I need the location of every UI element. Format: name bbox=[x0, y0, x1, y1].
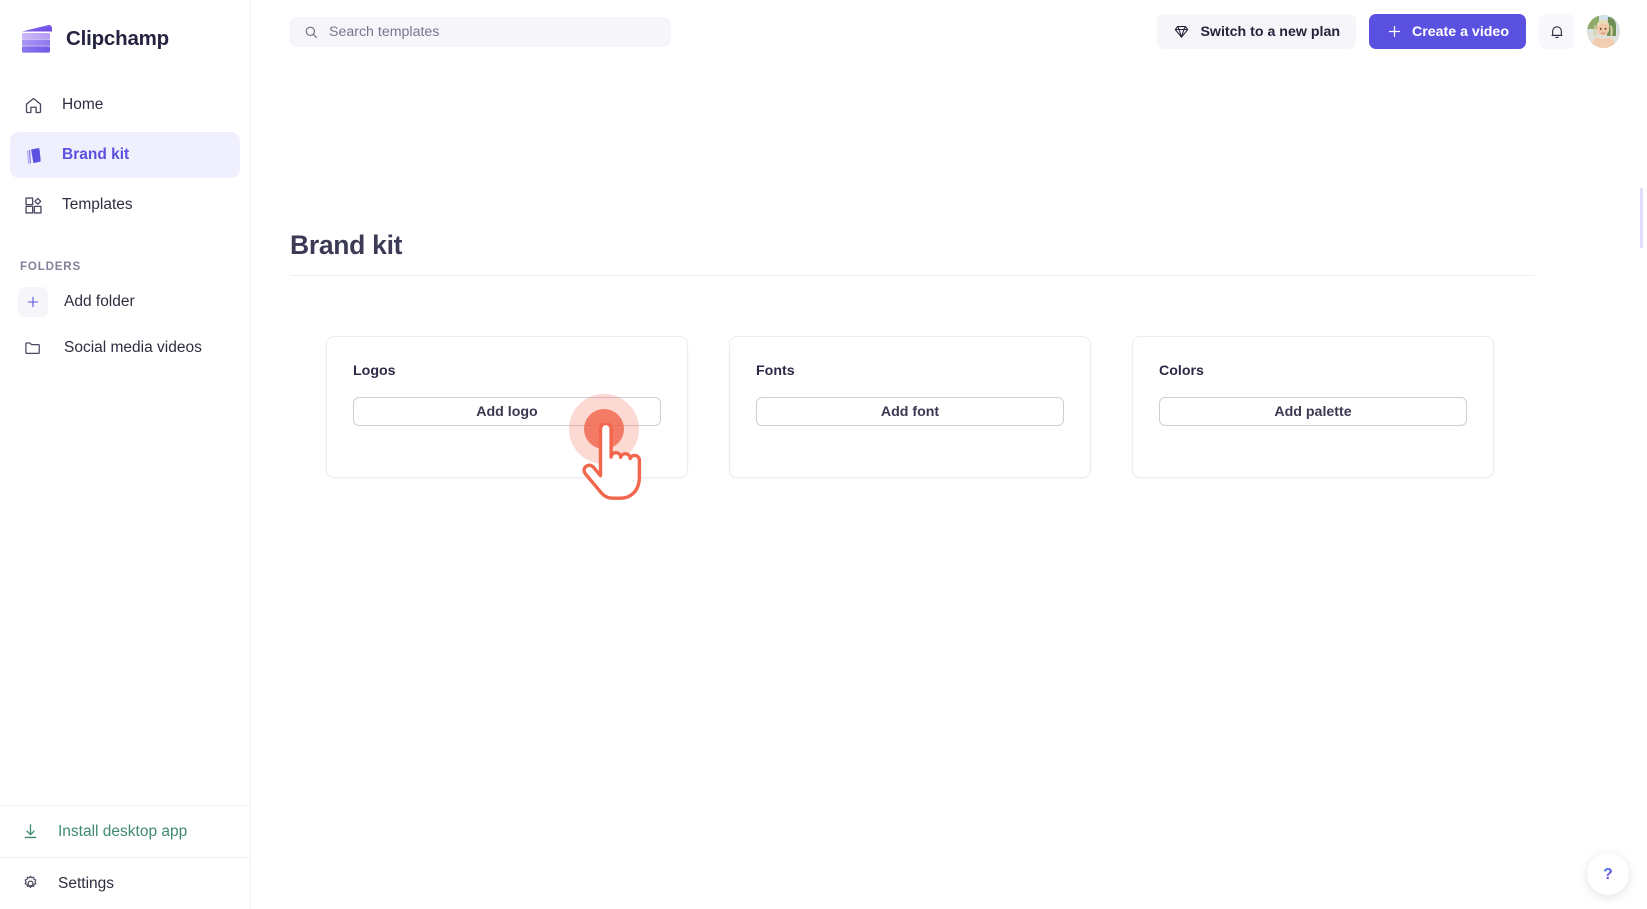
sidebar-item-brand-kit[interactable]: Brand kit bbox=[10, 132, 240, 178]
home-icon bbox=[22, 94, 44, 116]
sidebar-item-add-folder[interactable]: Add folder bbox=[10, 279, 240, 325]
top-bar: Switch to a new plan Create a video bbox=[251, 0, 1647, 63]
add-palette-button[interactable]: Add palette bbox=[1159, 397, 1467, 426]
card-title: Logos bbox=[353, 363, 396, 379]
sidebar-item-home[interactable]: Home bbox=[10, 82, 240, 128]
question-mark-icon: ? bbox=[1597, 863, 1619, 885]
title-divider bbox=[290, 275, 1535, 276]
user-avatar[interactable] bbox=[1587, 15, 1620, 48]
sidebar-bottom-section: Install desktop app Settings bbox=[0, 805, 250, 909]
vertical-scrollbar-thumb[interactable] bbox=[1640, 188, 1643, 248]
card-title: Fonts bbox=[756, 363, 795, 379]
bell-icon bbox=[1548, 23, 1566, 41]
card-title: Colors bbox=[1159, 363, 1204, 379]
sidebar-bottom-label: Install desktop app bbox=[58, 822, 188, 840]
plus-icon bbox=[1386, 23, 1403, 40]
vertical-scrollbar-track[interactable] bbox=[1640, 63, 1645, 909]
brand-logo-area[interactable]: Clipchamp bbox=[0, 0, 250, 58]
sidebar-item-label: Social media videos bbox=[64, 339, 202, 356]
download-icon bbox=[20, 822, 40, 842]
create-video-button[interactable]: Create a video bbox=[1369, 14, 1526, 49]
gear-icon bbox=[20, 874, 40, 894]
sidebar-item-templates[interactable]: Templates bbox=[10, 182, 240, 228]
folders-list: Add folder Social media videos bbox=[0, 279, 250, 371]
sidebar-item-label: Add folder bbox=[64, 293, 135, 310]
clipchamp-app-window: Clipchamp Home Brand kit Templates FOLDE… bbox=[0, 0, 1647, 909]
folder-icon bbox=[18, 333, 48, 363]
top-bar-actions: Switch to a new plan Create a video bbox=[1157, 14, 1620, 49]
settings-button[interactable]: Settings bbox=[0, 857, 250, 909]
sidebar-bottom-label: Settings bbox=[58, 874, 115, 892]
brand-kit-cards: Logos Add logo Fonts Add font Colors Add… bbox=[326, 336, 1494, 478]
search-icon bbox=[303, 24, 319, 40]
brand-kit-icon bbox=[22, 144, 44, 166]
sidebar-item-label: Brand kit bbox=[62, 146, 130, 163]
templates-grid-icon bbox=[22, 194, 44, 216]
svg-text:?: ? bbox=[1603, 866, 1613, 883]
brand-name: Clipchamp bbox=[66, 27, 169, 50]
page-title: Brand kit bbox=[290, 230, 403, 260]
main-content: Brand kit Logos Add logo Fonts Add font … bbox=[251, 63, 1647, 909]
logos-card: Logos Add logo bbox=[326, 336, 688, 478]
add-logo-button[interactable]: Add logo bbox=[353, 397, 661, 426]
sidebar: Clipchamp Home Brand kit Templates FOLDE… bbox=[0, 0, 251, 909]
diamond-icon bbox=[1173, 23, 1190, 40]
primary-nav: Home Brand kit Templates bbox=[0, 82, 250, 228]
search-templates-box[interactable] bbox=[290, 17, 671, 47]
fonts-card: Fonts Add font bbox=[729, 336, 1091, 478]
help-button[interactable]: ? bbox=[1587, 853, 1629, 895]
folders-section-heading: FOLDERS bbox=[20, 260, 81, 273]
switch-plan-button[interactable]: Switch to a new plan bbox=[1157, 14, 1356, 49]
notifications-button[interactable] bbox=[1539, 14, 1574, 49]
sidebar-item-label: Home bbox=[62, 96, 104, 113]
clipchamp-clapperboard-logo-icon bbox=[20, 24, 54, 54]
plus-icon bbox=[18, 287, 48, 317]
create-video-label: Create a video bbox=[1412, 23, 1509, 40]
switch-plan-label: Switch to a new plan bbox=[1200, 23, 1340, 40]
search-input[interactable] bbox=[329, 24, 659, 40]
install-desktop-app-button[interactable]: Install desktop app bbox=[0, 805, 250, 857]
colors-card: Colors Add palette bbox=[1132, 336, 1494, 478]
sidebar-item-social-media-videos[interactable]: Social media videos bbox=[10, 325, 240, 371]
sidebar-item-label: Templates bbox=[62, 196, 133, 213]
add-font-button[interactable]: Add font bbox=[756, 397, 1064, 426]
